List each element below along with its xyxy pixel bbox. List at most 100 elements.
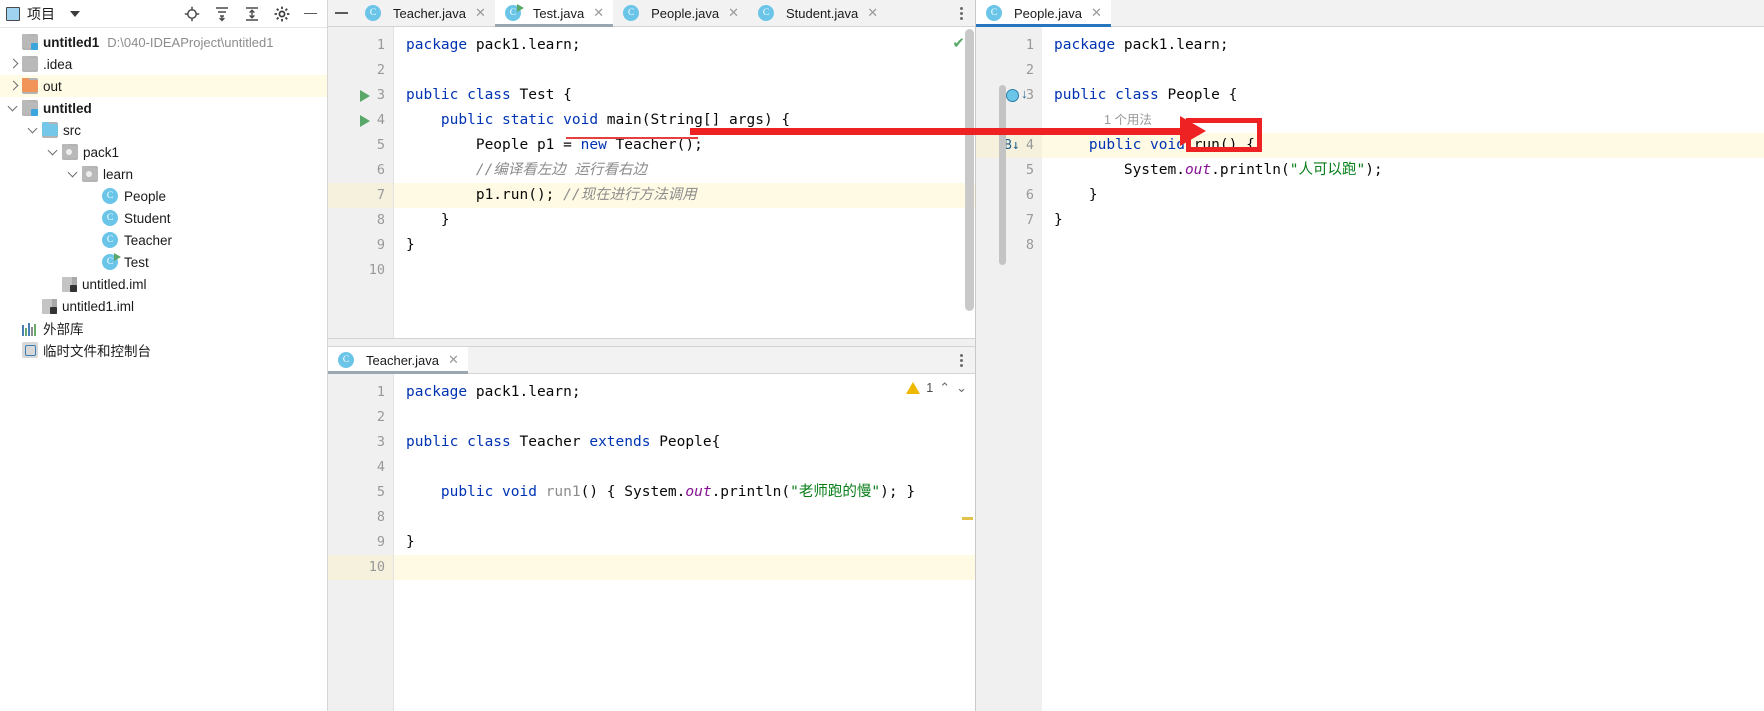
run-triangle-icon bbox=[516, 4, 524, 12]
tree-row[interactable]: pack1 bbox=[0, 141, 327, 163]
close-icon[interactable]: ✕ bbox=[475, 5, 486, 21]
overridden-method-icon[interactable] bbox=[1006, 89, 1019, 102]
line-number: 6 bbox=[1025, 187, 1034, 203]
tree-item-label: src bbox=[63, 122, 81, 138]
editor-tab[interactable]: C Teacher.java ✕ bbox=[328, 347, 468, 374]
code-token: Test { bbox=[519, 87, 572, 103]
editor-tab[interactable]: C Student.java ✕ bbox=[747, 0, 888, 26]
test-java-code[interactable]: package pack1.learn; public class Test { … bbox=[394, 27, 975, 338]
right-editor-scrollbar[interactable] bbox=[999, 85, 1006, 265]
warning-indicator[interactable]: 1 ⌃ ⌄ bbox=[906, 380, 967, 396]
line-number: 7 bbox=[376, 187, 385, 203]
tree-row[interactable]: learn bbox=[0, 163, 327, 185]
code-line: public void run1() { System.out.println(… bbox=[406, 480, 915, 505]
tree-row[interactable]: .idea bbox=[0, 53, 327, 75]
implemented-by-icon[interactable]: B↓ bbox=[1004, 138, 1020, 153]
people-java-code[interactable]: package pack1.learn; public class People … bbox=[1042, 27, 1764, 711]
close-icon[interactable]: ✕ bbox=[1091, 5, 1102, 21]
warning-marker[interactable] bbox=[962, 517, 973, 520]
close-icon[interactable]: ✕ bbox=[867, 5, 878, 21]
run-gutter-icon[interactable] bbox=[360, 90, 370, 102]
tab-options-icon[interactable] bbox=[947, 0, 975, 26]
package-folder-icon bbox=[62, 144, 78, 160]
tree-row[interactable]: C Student bbox=[0, 207, 327, 229]
left-editor-scrollbar[interactable] bbox=[965, 29, 974, 311]
teacher-java-editor[interactable]: 1 2 3 4 5 8 9 10 package pack1.learn; public cla… bbox=[328, 374, 975, 711]
chevron-down-icon[interactable] bbox=[48, 147, 59, 158]
usages-hint[interactable]: 1 个用法 bbox=[1104, 108, 1152, 133]
tree-row[interactable]: 外部库 bbox=[0, 317, 327, 339]
code-token: () { bbox=[580, 484, 625, 500]
editor-tab[interactable]: C Test.java ✕ bbox=[494, 0, 614, 27]
scratches-consoles-icon bbox=[22, 342, 38, 358]
chevron-right-icon[interactable] bbox=[8, 81, 19, 92]
tree-row[interactable]: C Test bbox=[0, 251, 327, 273]
editor-tab[interactable]: C Teacher.java ✕ bbox=[355, 0, 495, 26]
module-folder-icon bbox=[22, 34, 38, 50]
warning-triangle-icon bbox=[906, 382, 921, 394]
code-token: People{ bbox=[659, 434, 721, 450]
tree-item-label: 临时文件和控制台 bbox=[43, 344, 151, 359]
close-icon[interactable]: ✕ bbox=[728, 5, 739, 21]
code-token: package bbox=[406, 384, 476, 400]
collapse-editor-button[interactable] bbox=[328, 0, 355, 26]
line-number: 1 bbox=[376, 384, 385, 400]
chevron-down-icon[interactable] bbox=[68, 169, 79, 180]
right-editor-gutter[interactable]: 1 2 3 ↓ 4 B↓ 5 6 7 8 bbox=[976, 27, 1042, 711]
code-line: } bbox=[406, 233, 415, 258]
editor-tab[interactable]: C People.java ✕ bbox=[613, 0, 748, 26]
editor-tab[interactable]: C People.java ✕ bbox=[976, 0, 1111, 27]
hide-panel-icon[interactable] bbox=[304, 12, 317, 15]
inspection-ok-icon[interactable]: ✔ bbox=[952, 34, 965, 52]
tree-item-label: untitled1 bbox=[43, 34, 100, 50]
java-class-icon: C bbox=[623, 5, 640, 21]
expand-all-icon[interactable] bbox=[214, 6, 230, 22]
teacher-java-code[interactable]: package pack1.learn; public class Teacher… bbox=[394, 374, 975, 711]
chevron-down-icon[interactable] bbox=[28, 125, 39, 136]
chevron-down-icon[interactable] bbox=[8, 103, 19, 114]
code-token: //编译看左边 运行看右边 bbox=[406, 162, 648, 178]
line-number: 8 bbox=[376, 212, 385, 228]
project-toolbar bbox=[184, 6, 321, 22]
gear-icon[interactable] bbox=[274, 6, 290, 22]
close-icon[interactable]: ✕ bbox=[448, 352, 459, 368]
folder-icon bbox=[22, 56, 38, 72]
next-problem-icon[interactable]: ⌄ bbox=[956, 380, 967, 396]
implemented-down-arrow-icon[interactable]: ↓ bbox=[1021, 87, 1028, 100]
module-folder-icon bbox=[22, 100, 38, 116]
code-token: } bbox=[1054, 187, 1098, 203]
test-java-editor[interactable]: 1 2 3 4 5 6 7 8 9 10 package pack1.learn; public c… bbox=[328, 27, 975, 338]
locate-icon[interactable] bbox=[184, 6, 200, 22]
code-token: () { bbox=[1219, 137, 1255, 153]
idea-window: 项目 untitled1 D:\040-IDEAProject\untitled… bbox=[0, 0, 1764, 711]
code-token: pack1.learn; bbox=[1123, 37, 1229, 53]
tree-row[interactable]: untitled bbox=[0, 97, 327, 119]
prev-problem-icon[interactable]: ⌃ bbox=[939, 380, 950, 396]
people-java-editor[interactable]: 1 2 3 ↓ 4 B↓ 5 6 7 8 package pack1.learn; public c… bbox=[976, 27, 1764, 711]
project-title-group[interactable]: 项目 bbox=[6, 4, 80, 24]
collapse-all-icon[interactable] bbox=[244, 6, 260, 22]
left-editor-gutter[interactable]: 1 2 3 4 5 6 7 8 9 10 bbox=[328, 27, 394, 338]
tree-item-path: D:\040-IDEAProject\untitled1 bbox=[107, 34, 274, 50]
tree-row[interactable]: out bbox=[0, 75, 327, 97]
bottom-editor-gutter[interactable]: 1 2 3 4 5 8 9 10 bbox=[328, 374, 394, 711]
tree-row[interactable]: untitled1 D:\040-IDEAProject\untitled1 bbox=[0, 31, 327, 53]
right-editor-column: C People.java ✕ 1 2 3 ↓ 4 B↓ 5 6 7 8 package pack1.… bbox=[976, 0, 1764, 711]
tree-row[interactable]: C People bbox=[0, 185, 327, 207]
code-token: } bbox=[406, 237, 415, 253]
chevron-down-icon[interactable] bbox=[70, 10, 80, 17]
bottom-tab-options-icon[interactable] bbox=[947, 347, 975, 373]
line-number: 9 bbox=[376, 534, 385, 550]
code-line: public class Test { bbox=[406, 83, 572, 108]
tab-label: People.java bbox=[1014, 5, 1082, 21]
code-line: public static void main(String[] args) { bbox=[406, 108, 790, 133]
tree-row[interactable]: 临时文件和控制台 bbox=[0, 339, 327, 361]
tree-row[interactable]: C Teacher bbox=[0, 229, 327, 251]
run-gutter-icon[interactable] bbox=[360, 115, 370, 127]
editor-splitter[interactable] bbox=[328, 338, 975, 347]
tree-row[interactable]: src bbox=[0, 119, 327, 141]
tree-row[interactable]: untitled.iml bbox=[0, 273, 327, 295]
close-icon[interactable]: ✕ bbox=[593, 5, 604, 21]
tree-row[interactable]: untitled1.iml bbox=[0, 295, 327, 317]
chevron-right-icon[interactable] bbox=[8, 59, 19, 70]
